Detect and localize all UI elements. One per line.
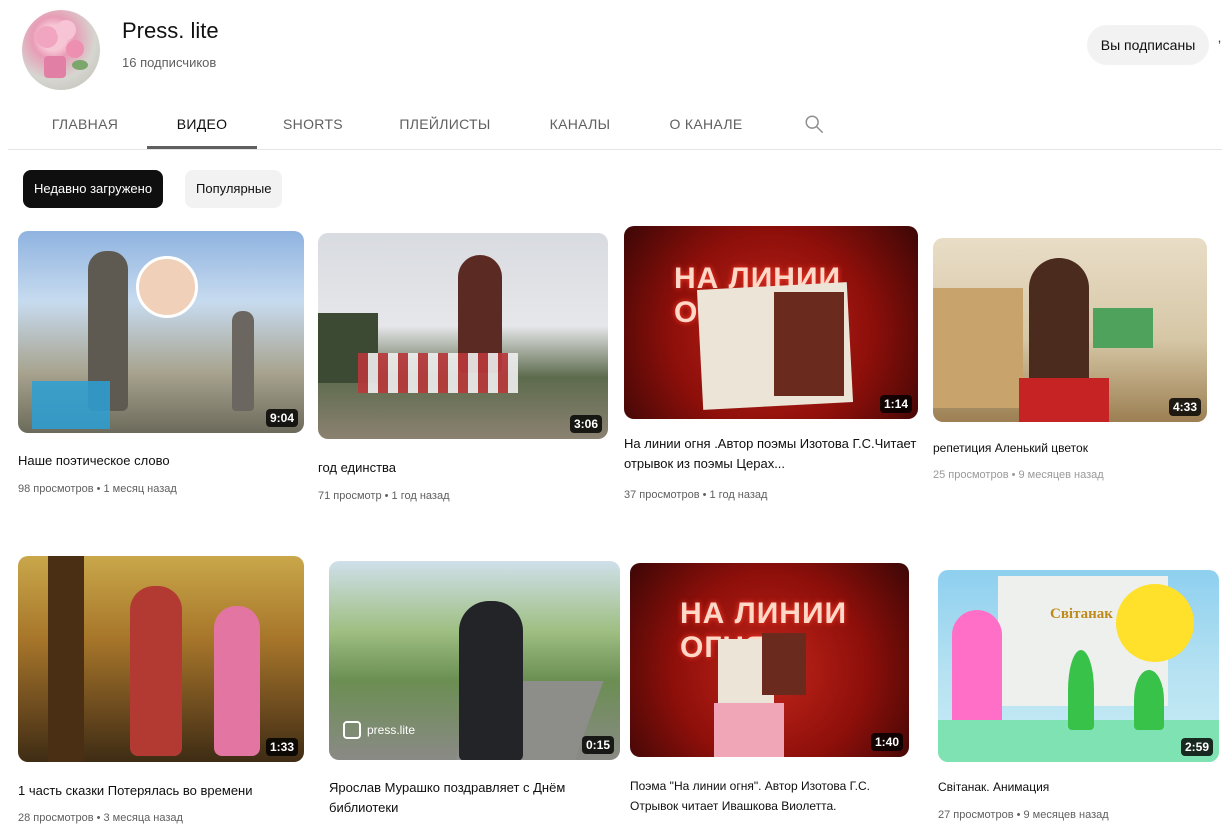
- channel-name: Press. lite: [122, 18, 219, 43]
- tab-channels[interactable]: КАНАЛЫ: [535, 104, 625, 148]
- video-title[interactable]: год единства: [318, 458, 608, 478]
- sun-shape: [1116, 584, 1194, 662]
- channel-watermark: press.lite: [343, 721, 415, 739]
- subscribed-button[interactable]: Вы подписаны: [1087, 25, 1209, 65]
- search-icon[interactable]: [803, 113, 825, 135]
- tab-videos[interactable]: ВИДЕО: [147, 104, 257, 148]
- video-duration: 1:33: [265, 738, 298, 756]
- video-meta: 37 просмотров • 1 год назад: [624, 489, 768, 501]
- video-title[interactable]: Ярослав Мурашко поздравляет с Днём библи…: [329, 778, 620, 818]
- avatar-leaf: [72, 60, 88, 70]
- tab-home[interactable]: ГЛАВНАЯ: [38, 104, 132, 148]
- video-meta: 28 просмотров • 3 месяца назад: [18, 812, 183, 824]
- video-meta: 27 просмотров • 9 месяцев назад: [938, 809, 1109, 821]
- reel-icon: [343, 721, 361, 739]
- book-cover-shape: [762, 633, 806, 695]
- video-thumbnail-7[interactable]: НА ЛИНИИ ОГНЯ 1:40: [630, 563, 909, 757]
- video-title[interactable]: Наше поэтическое слово: [18, 451, 304, 471]
- video-thumbnail-4[interactable]: 4:33: [933, 238, 1207, 422]
- book-cover-shape: [774, 292, 844, 396]
- video-title[interactable]: репетиция Аленький цветок: [933, 438, 1207, 458]
- logo-badge: [32, 381, 110, 429]
- video-meta: 25 просмотров • 9 месяцев назад: [933, 469, 1104, 481]
- tab-about[interactable]: О КАНАЛЕ: [656, 104, 756, 148]
- statue-shape: [232, 311, 254, 411]
- video-thumbnail-6[interactable]: press.lite 0:15: [329, 561, 620, 760]
- video-duration: 1:40: [870, 733, 903, 751]
- video-meta: 71 просмотр • 1 год назад: [318, 490, 450, 502]
- video-thumbnail-2[interactable]: 3:06: [318, 233, 608, 439]
- girl-red-hood-shape: [130, 586, 182, 756]
- video-thumbnail-5[interactable]: 1:33: [18, 556, 304, 762]
- furniture-shape: [933, 288, 1023, 408]
- table-shape: [1093, 308, 1153, 348]
- tab-playlists[interactable]: ПЛЕЙЛИСТЫ: [385, 104, 505, 148]
- tab-shorts[interactable]: SHORTS: [272, 104, 354, 148]
- chip-popular[interactable]: Популярные: [185, 170, 283, 208]
- subscriber-count: 16 подписчиков: [122, 55, 217, 70]
- video-thumbnail-3[interactable]: НА ЛИНИИ ОГНЯ 1:14: [624, 226, 918, 419]
- red-dress-shape: [1019, 378, 1109, 422]
- chip-recently-uploaded[interactable]: Недавно загружено: [23, 170, 164, 208]
- watermark-text: press.lite: [367, 723, 416, 737]
- video-duration: 1:14: [879, 395, 912, 413]
- video-duration: 2:59: [1180, 738, 1213, 756]
- boy-shape: [459, 601, 523, 760]
- video-thumbnail-1[interactable]: 9:04: [18, 231, 304, 433]
- video-thumbnail-8[interactable]: Світанак 2:59: [938, 570, 1219, 762]
- tabs-divider: [8, 149, 1222, 150]
- tree-shape: [1068, 650, 1094, 730]
- girl-shape: [714, 703, 784, 757]
- video-meta: 98 просмотров • 1 месяц назад: [18, 483, 177, 495]
- child-portrait: [136, 256, 198, 318]
- avatar-cup: [44, 56, 66, 78]
- dancers-shape: [358, 353, 518, 393]
- video-duration: 4:33: [1168, 398, 1201, 416]
- video-title[interactable]: На линии огня .Автор поэмы Изотова Г.С.Ч…: [624, 434, 918, 474]
- tree-trunk-shape: [48, 556, 84, 762]
- avatar-flower: [66, 40, 84, 58]
- channel-avatar[interactable]: [22, 10, 100, 90]
- video-title[interactable]: Поэма "На линии огня". Автор Изотова Г.С…: [630, 776, 909, 816]
- video-title[interactable]: Світанак. Анимация: [938, 777, 1219, 797]
- avatar-flower: [36, 26, 58, 48]
- tree-shape: [1134, 670, 1164, 730]
- channel-tabs: ГЛАВНАЯ ВИДЕО SHORTS ПЛЕЙЛИСТЫ КАНАЛЫ О …: [0, 104, 1229, 150]
- avatar-flower: [56, 20, 76, 40]
- thumbnail-sign-text: Світанак: [1050, 606, 1113, 622]
- header-overflow-glyph: ʼ: [1218, 38, 1222, 54]
- video-title[interactable]: 1 часть сказки Потерялась во времени: [18, 781, 304, 801]
- video-duration: 0:15: [581, 736, 614, 754]
- video-duration: 3:06: [569, 415, 602, 433]
- video-duration: 9:04: [265, 409, 298, 427]
- girl-pink-shape: [214, 606, 260, 756]
